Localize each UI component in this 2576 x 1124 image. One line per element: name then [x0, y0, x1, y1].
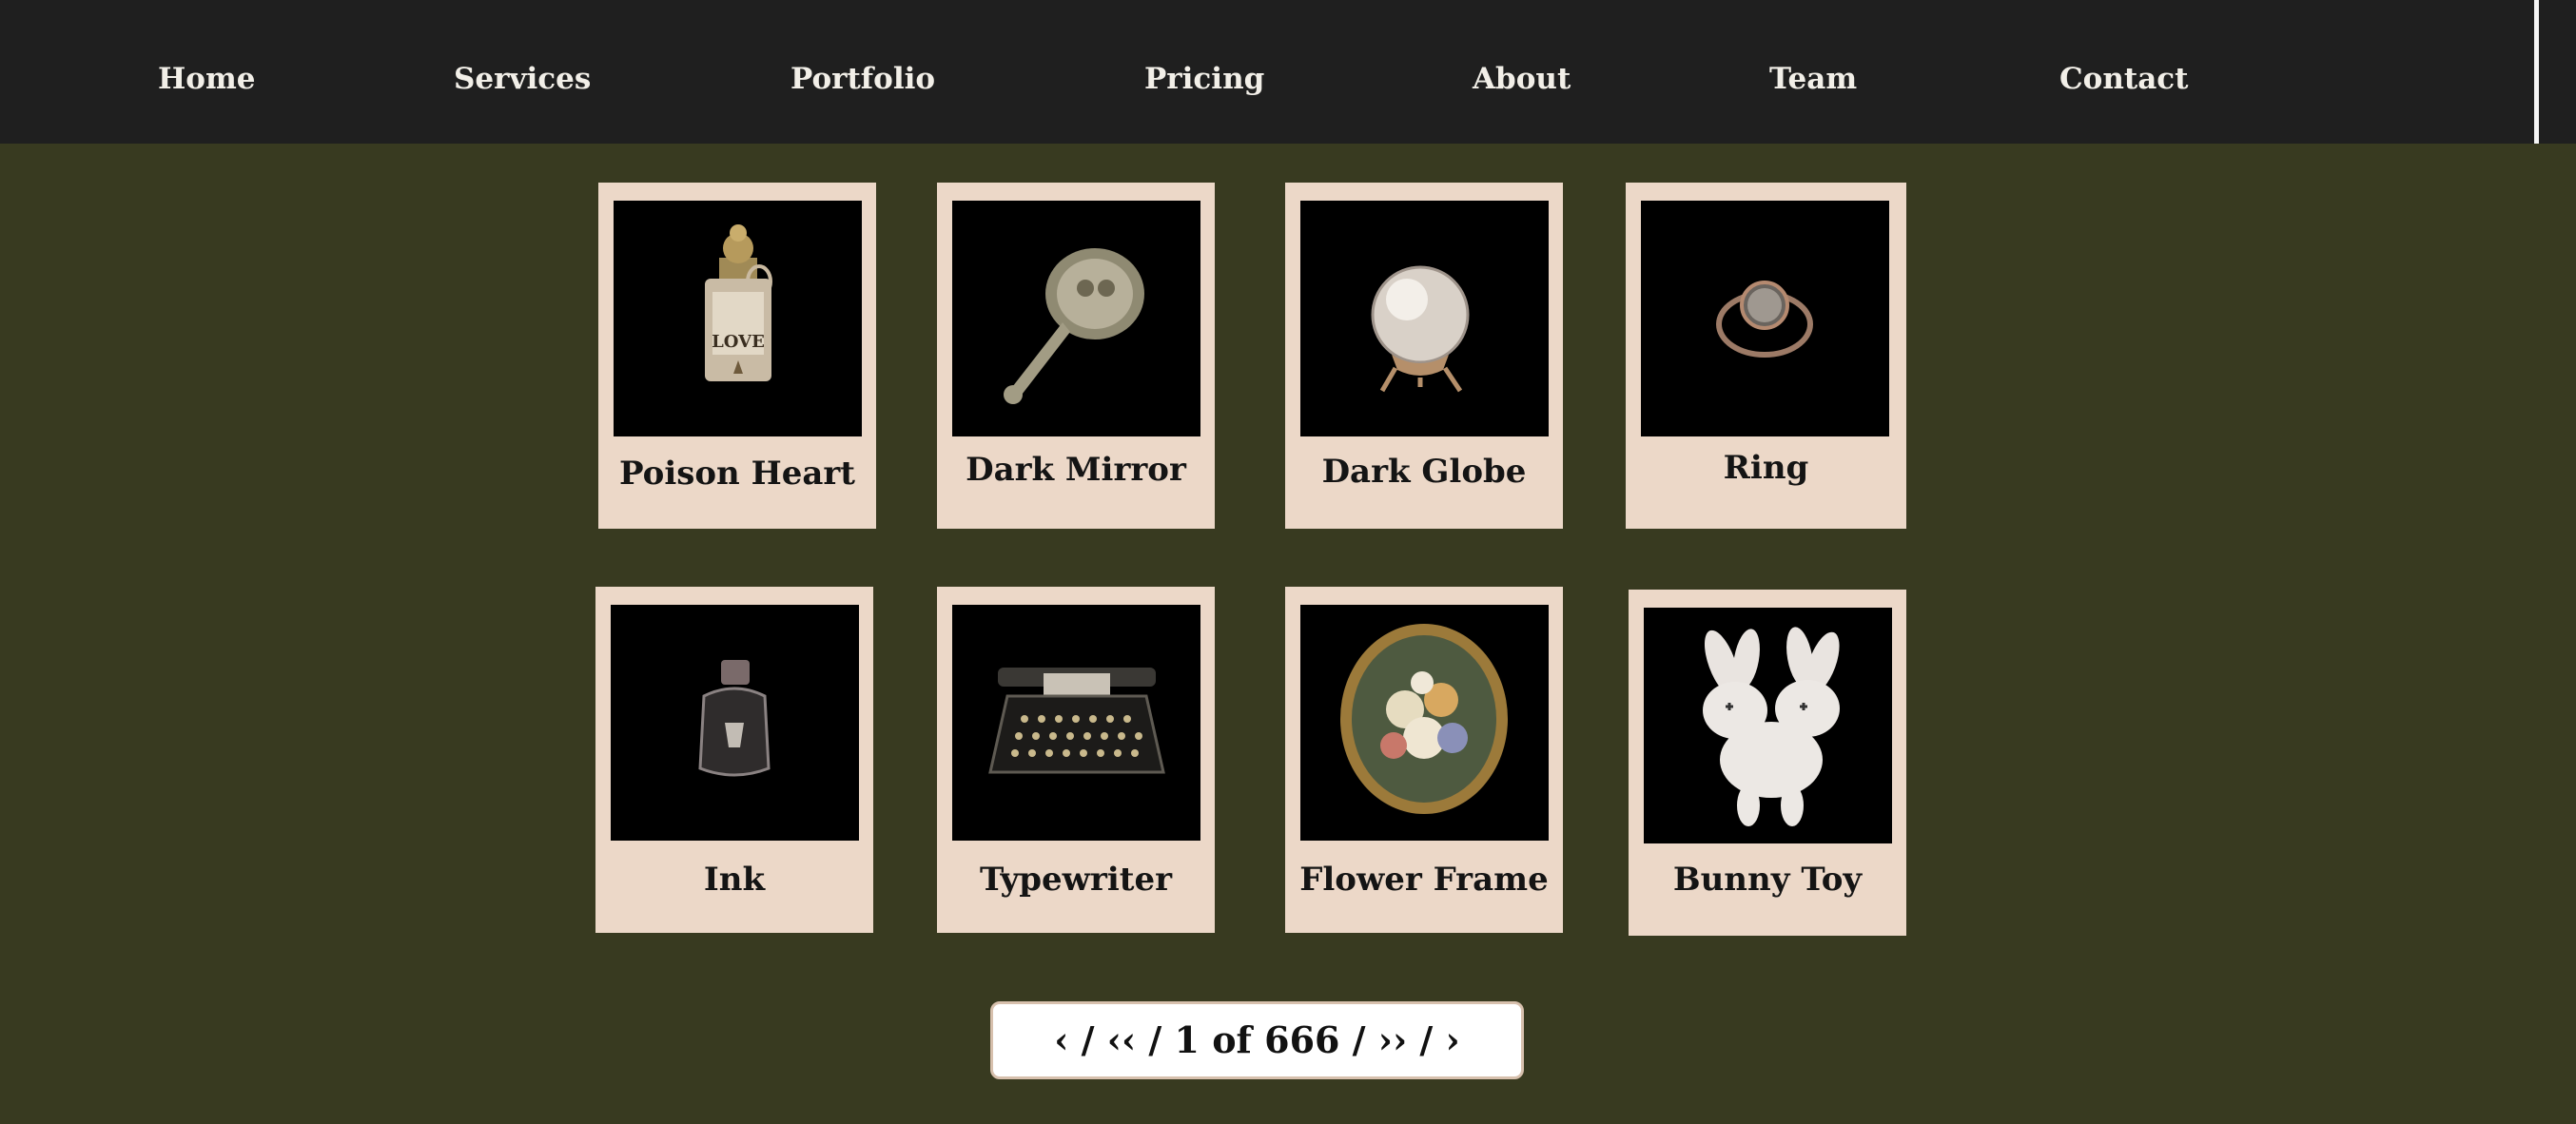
last-page-button[interactable]: ››	[1378, 1018, 1407, 1061]
perfume-bottle-icon: LOVE	[614, 201, 862, 436]
nav-contact-link[interactable]: Contact	[2059, 55, 2189, 103]
first-page-button[interactable]: ‹‹	[1107, 1018, 1136, 1061]
product-card-ring[interactable]: Ring	[1626, 183, 1906, 529]
product-card-bunny-toy[interactable]: Bunny Toy	[1629, 590, 1906, 936]
typewriter-icon	[952, 605, 1200, 841]
crystal-ball-icon	[1300, 201, 1549, 436]
nav-pricing-link[interactable]: Pricing	[1144, 55, 1264, 103]
product-card-dark-globe[interactable]: Dark Globe	[1285, 183, 1563, 529]
top-nav-bar: Home Services Portfolio Pricing About Te…	[0, 0, 2576, 144]
bunny-toy-icon	[1644, 608, 1892, 843]
pagination-separator: /	[1339, 1018, 1378, 1061]
product-card-flower-frame[interactable]: Flower Frame	[1285, 587, 1563, 933]
product-card-typewriter[interactable]: Typewriter	[937, 587, 1215, 933]
nav-services-link[interactable]: Services	[454, 55, 591, 103]
next-page-button[interactable]: ›	[1446, 1018, 1460, 1061]
pagination-bar: ‹ / ‹‹ / 1 of 666 / ›› / ›	[990, 1001, 1524, 1079]
product-title: Poison Heart	[618, 455, 856, 493]
flower-frame-icon	[1300, 605, 1549, 841]
product-title: Ink	[703, 861, 766, 899]
product-title: Ring	[1723, 449, 1809, 487]
hand-mirror-icon	[952, 201, 1200, 436]
product-title: Flower Frame	[1299, 861, 1549, 899]
product-title: Dark Mirror	[966, 451, 1186, 489]
ring-icon	[1641, 201, 1889, 436]
product-card-ink[interactable]: Ink	[595, 587, 873, 933]
product-title: Dark Globe	[1321, 453, 1527, 491]
nav-scrollbar[interactable]	[2534, 0, 2539, 144]
product-title: Bunny Toy	[1672, 861, 1863, 899]
nav-portfolio-link[interactable]: Portfolio	[790, 55, 935, 103]
pagination-separator: /	[1136, 1018, 1175, 1061]
nav-about-link[interactable]: About	[1473, 55, 1571, 103]
nav-home-link[interactable]: Home	[158, 55, 256, 103]
pagination-separator: /	[1068, 1018, 1107, 1061]
page-status: 1 of 666	[1174, 1018, 1340, 1061]
prev-page-button[interactable]: ‹	[1054, 1018, 1068, 1061]
ink-bottle-icon	[611, 605, 859, 841]
pagination-separator: /	[1407, 1018, 1446, 1061]
svg-text:LOVE: LOVE	[712, 332, 765, 352]
product-title: Typewriter	[979, 861, 1173, 899]
product-card-poison-heart[interactable]: LOVE Poison Heart	[598, 183, 876, 529]
nav-team-link[interactable]: Team	[1769, 55, 1857, 103]
product-card-dark-mirror[interactable]: Dark Mirror	[937, 183, 1215, 529]
